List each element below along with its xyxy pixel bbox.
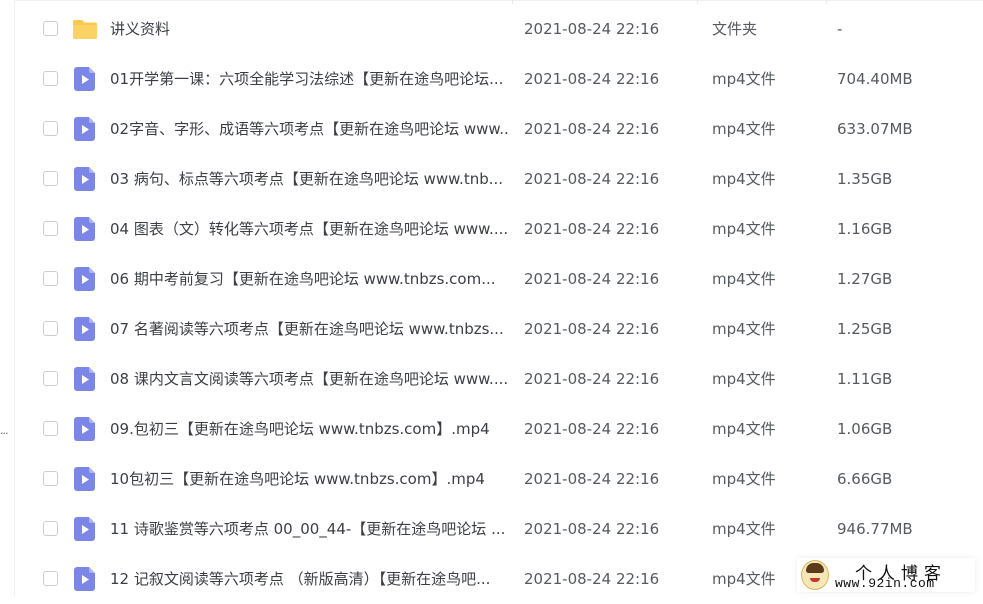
file-name[interactable]: 06 期中考前复习【更新在途鸟吧论坛 www.tnbzs.com... bbox=[110, 269, 510, 289]
watermark-url: www.92in.com bbox=[835, 576, 935, 591]
file-modified-date: 2021-08-24 22:16 bbox=[524, 120, 660, 138]
video-file-icon bbox=[74, 167, 96, 191]
video-file-icon bbox=[74, 67, 96, 91]
left-panel-edge bbox=[0, 0, 15, 596]
file-type: 文件夹 bbox=[712, 20, 758, 38]
file-row[interactable]: 02字音、字形、成语等六项考点【更新在途鸟吧论坛 www... 2021-08-2… bbox=[14, 104, 983, 154]
file-type: mp4文件 bbox=[712, 570, 776, 588]
file-row[interactable]: 08 课内文言文阅读等六项考点【更新在途鸟吧论坛 www.... 2021-08-… bbox=[14, 354, 983, 404]
file-size: 1.25GB bbox=[837, 320, 893, 338]
file-modified-date: 2021-08-24 22:16 bbox=[524, 420, 660, 438]
file-type: mp4文件 bbox=[712, 420, 776, 438]
file-name[interactable]: 09.包初三【更新在途鸟吧论坛 www.tnbzs.com】.mp4 bbox=[110, 419, 510, 439]
video-file-icon bbox=[74, 267, 96, 291]
video-file-icon bbox=[74, 317, 96, 341]
file-type: mp4文件 bbox=[712, 170, 776, 188]
file-row[interactable]: 07 名著阅读等六项考点【更新在途鸟吧论坛 www.tnbzs... 2021-0… bbox=[14, 304, 983, 354]
file-size: 1.35GB bbox=[837, 170, 893, 188]
row-checkbox[interactable] bbox=[43, 321, 58, 336]
video-file-icon bbox=[74, 467, 96, 491]
file-modified-date: 2021-08-24 22:16 bbox=[524, 470, 660, 488]
file-modified-date: 2021-08-24 22:16 bbox=[524, 220, 660, 238]
file-name[interactable]: 10包初三【更新在途鸟吧论坛 www.tnbzs.com】.mp4 bbox=[110, 469, 510, 489]
file-name[interactable]: 12 记叙文阅读等六项考点 （新版高清）【更新在途鸟吧... bbox=[110, 569, 510, 589]
file-row[interactable]: 01开学第一课：六项全能学习法综述【更新在途鸟吧论坛... 2021-08-24 … bbox=[14, 54, 983, 104]
file-name[interactable]: 01开学第一课：六项全能学习法综述【更新在途鸟吧论坛... bbox=[110, 69, 510, 89]
video-file-icon bbox=[74, 517, 96, 541]
video-file-icon bbox=[74, 367, 96, 391]
left-panel-ellipsis: ... bbox=[0, 424, 8, 437]
file-type: mp4文件 bbox=[712, 320, 776, 338]
file-type: mp4文件 bbox=[712, 220, 776, 238]
row-checkbox[interactable] bbox=[43, 21, 58, 36]
file-row[interactable]: 09.包初三【更新在途鸟吧论坛 www.tnbzs.com】.mp4 2021-0… bbox=[14, 404, 983, 454]
file-row[interactable]: 06 期中考前复习【更新在途鸟吧论坛 www.tnbzs.com... 2021-… bbox=[14, 254, 983, 304]
file-row[interactable]: 04 图表（文）转化等六项考点【更新在途鸟吧论坛 www.... 2021-08-… bbox=[14, 204, 983, 254]
file-size: 1.11GB bbox=[837, 370, 893, 388]
row-checkbox[interactable] bbox=[43, 421, 58, 436]
file-modified-date: 2021-08-24 22:16 bbox=[524, 170, 660, 188]
file-type: mp4文件 bbox=[712, 520, 776, 538]
file-size: 946.77MB bbox=[837, 520, 913, 538]
file-type: mp4文件 bbox=[712, 70, 776, 88]
file-name[interactable]: 02字音、字形、成语等六项考点【更新在途鸟吧论坛 www... bbox=[110, 119, 510, 139]
row-checkbox[interactable] bbox=[43, 571, 58, 586]
file-size: 704.40MB bbox=[837, 70, 913, 88]
file-modified-date: 2021-08-24 22:16 bbox=[524, 320, 660, 338]
row-checkbox[interactable] bbox=[43, 371, 58, 386]
file-name[interactable]: 讲义资料 bbox=[110, 19, 510, 39]
file-modified-date: 2021-08-24 22:16 bbox=[524, 570, 660, 588]
file-modified-date: 2021-08-24 22:16 bbox=[524, 520, 660, 538]
file-type: mp4文件 bbox=[712, 370, 776, 388]
file-type: mp4文件 bbox=[712, 270, 776, 288]
file-row[interactable]: 讲义资料 2021-08-24 22:16 文件夹 - bbox=[14, 4, 983, 54]
file-type: mp4文件 bbox=[712, 120, 776, 138]
file-type: mp4文件 bbox=[712, 470, 776, 488]
row-checkbox[interactable] bbox=[43, 221, 58, 236]
file-name[interactable]: 07 名著阅读等六项考点【更新在途鸟吧论坛 www.tnbzs... bbox=[110, 319, 510, 339]
watermark-badge: 个人博客 www.92in.com bbox=[797, 558, 975, 592]
row-checkbox[interactable] bbox=[43, 271, 58, 286]
file-size: 6.66GB bbox=[837, 470, 893, 488]
row-checkbox[interactable] bbox=[43, 121, 58, 136]
folder-icon bbox=[72, 18, 98, 40]
row-checkbox[interactable] bbox=[43, 471, 58, 486]
file-size: 633.07MB bbox=[837, 120, 913, 138]
file-modified-date: 2021-08-24 22:16 bbox=[524, 270, 660, 288]
file-size: - bbox=[837, 20, 843, 38]
video-file-icon bbox=[74, 417, 96, 441]
row-checkbox[interactable] bbox=[43, 521, 58, 536]
file-row[interactable]: 03 病句、标点等六项考点【更新在途鸟吧论坛 www.tnb... 2021-08… bbox=[14, 154, 983, 204]
video-file-icon bbox=[74, 217, 96, 241]
watermark-avatar-icon bbox=[801, 560, 829, 590]
file-size: 1.27GB bbox=[837, 270, 893, 288]
file-modified-date: 2021-08-24 22:16 bbox=[524, 70, 660, 88]
header-divider bbox=[14, 0, 983, 1]
file-name[interactable]: 08 课内文言文阅读等六项考点【更新在途鸟吧论坛 www.... bbox=[110, 369, 510, 389]
file-name[interactable]: 04 图表（文）转化等六项考点【更新在途鸟吧论坛 www.... bbox=[110, 219, 510, 239]
file-name[interactable]: 11 诗歌鉴赏等六项考点 00_00_44-【更新在途鸟吧论坛 ... bbox=[110, 519, 510, 539]
file-size: 1.06GB bbox=[837, 420, 893, 438]
row-checkbox[interactable] bbox=[43, 171, 58, 186]
file-size: 1.16GB bbox=[837, 220, 893, 238]
row-checkbox[interactable] bbox=[43, 71, 58, 86]
file-list: 讲义资料 2021-08-24 22:16 文件夹 - 01开学第一课：六项全能学习法综… bbox=[14, 4, 983, 604]
file-row[interactable]: 10包初三【更新在途鸟吧论坛 www.tnbzs.com】.mp4 2021-08… bbox=[14, 454, 983, 504]
file-modified-date: 2021-08-24 22:16 bbox=[524, 20, 660, 38]
file-row[interactable]: 11 诗歌鉴赏等六项考点 00_00_44-【更新在途鸟吧论坛 ... 2021-… bbox=[14, 504, 983, 554]
file-modified-date: 2021-08-24 22:16 bbox=[524, 370, 660, 388]
file-name[interactable]: 03 病句、标点等六项考点【更新在途鸟吧论坛 www.tnb... bbox=[110, 169, 510, 189]
video-file-icon bbox=[74, 117, 96, 141]
video-file-icon bbox=[74, 567, 96, 591]
